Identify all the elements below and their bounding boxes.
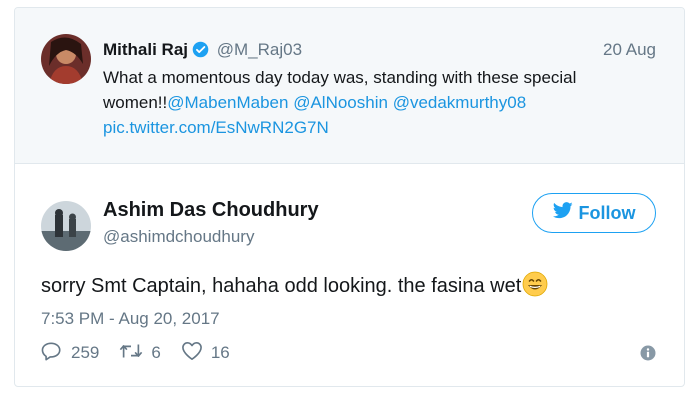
author-handle[interactable]: @ashimdchoudhury bbox=[103, 227, 254, 247]
mention-link[interactable]: @MabenMaben bbox=[167, 93, 288, 112]
action-bar: 259 6 16 bbox=[41, 340, 250, 366]
quoted-date[interactable]: 20 Aug bbox=[603, 39, 656, 61]
mention-link[interactable]: @vedakmurthy08 bbox=[393, 93, 527, 112]
tweet-text-body: sorry Smt Captain, hahaha odd looking. t… bbox=[41, 275, 522, 297]
retweet-icon bbox=[119, 341, 143, 366]
reply-count: 259 bbox=[71, 343, 100, 362]
verified-badge-icon bbox=[192, 41, 209, 64]
like-action[interactable]: 16 bbox=[181, 341, 230, 366]
reply-icon bbox=[41, 341, 63, 366]
grinning-emoji-icon bbox=[522, 271, 548, 303]
author-name[interactable]: Ashim Das Choudhury bbox=[103, 199, 319, 222]
info-icon[interactable] bbox=[640, 345, 656, 366]
quoted-header: Mithali Raj @M_Raj03 20 Aug bbox=[103, 39, 656, 64]
tweet-card: Mithali Raj @M_Raj03 20 Aug What a momen… bbox=[14, 7, 685, 387]
tweet-timestamp[interactable]: 7:53 PM - Aug 20, 2017 bbox=[41, 309, 220, 329]
quoted-author-handle[interactable]: @M_Raj03 bbox=[217, 40, 302, 59]
tweet-text: sorry Smt Captain, hahaha odd looking. t… bbox=[41, 271, 548, 303]
author-avatar[interactable] bbox=[41, 201, 91, 251]
retweet-count: 6 bbox=[151, 343, 161, 362]
quoted-author-avatar[interactable] bbox=[41, 34, 91, 84]
like-count: 16 bbox=[210, 343, 230, 362]
follow-label: Follow bbox=[578, 202, 636, 223]
retweet-action[interactable]: 6 bbox=[119, 341, 161, 366]
mention-link[interactable]: @AlNooshin bbox=[293, 93, 388, 112]
quoted-text: What a momentous day today was, standing… bbox=[103, 65, 663, 140]
heart-icon bbox=[181, 341, 203, 366]
follow-button[interactable]: Follow bbox=[532, 193, 656, 233]
quoted-tweet[interactable]: Mithali Raj @M_Raj03 20 Aug What a momen… bbox=[15, 8, 684, 164]
twitter-bird-icon bbox=[552, 202, 573, 224]
quoted-author-name[interactable]: Mithali Raj bbox=[103, 40, 188, 59]
reply-action[interactable]: 259 bbox=[41, 341, 99, 366]
pic-link[interactable]: pic.twitter.com/EsNwRN2G7N bbox=[103, 118, 329, 137]
